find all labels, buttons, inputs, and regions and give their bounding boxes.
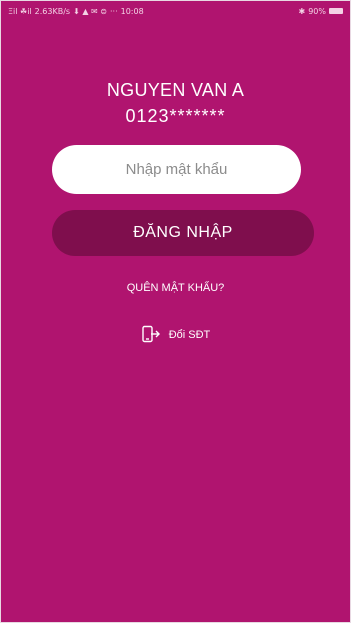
login-button-label: ĐĂNG NHẬP: [133, 224, 233, 241]
network-speed: 2.63KB/s: [34, 6, 71, 16]
account-name: NGUYEN VAN A: [106, 80, 245, 100]
more-dots: ···: [109, 6, 118, 16]
change-phone-link[interactable]: Đổi SĐT: [0, 325, 351, 345]
password-input[interactable]: [52, 145, 301, 194]
battery-icon: [329, 8, 343, 14]
status-bar: Ξil ☘il 2.63KB/s ⬇ ▲ ✉ ⊜ ··· 10:08 ✱ 90%: [0, 0, 351, 22]
change-phone-label: Đổi SĐT: [168, 329, 211, 341]
login-screen: Ξil ☘il 2.63KB/s ⬇ ▲ ✉ ⊜ ··· 10:08 ✱ 90%…: [0, 0, 351, 623]
status-time: 10:08: [120, 6, 144, 16]
login-button[interactable]: ĐĂNG NHẬP: [52, 210, 314, 256]
signal-icon: Ξil ☘il: [8, 6, 32, 16]
account-phone: 0123*******: [125, 106, 226, 126]
status-left: Ξil ☘il 2.63KB/s ⬇ ▲ ✉ ⊜ ··· 10:08: [8, 7, 144, 16]
bluetooth-icon: ✱: [298, 6, 306, 16]
status-right: ✱ 90%: [299, 7, 343, 16]
forgot-password-link[interactable]: QUÊN MẬT KHẨU?: [0, 282, 351, 294]
notification-icons: ⬇ ▲ ✉ ⊜: [73, 6, 107, 16]
phone-switch-icon: [141, 325, 161, 345]
battery-percent: 90%: [308, 6, 326, 16]
